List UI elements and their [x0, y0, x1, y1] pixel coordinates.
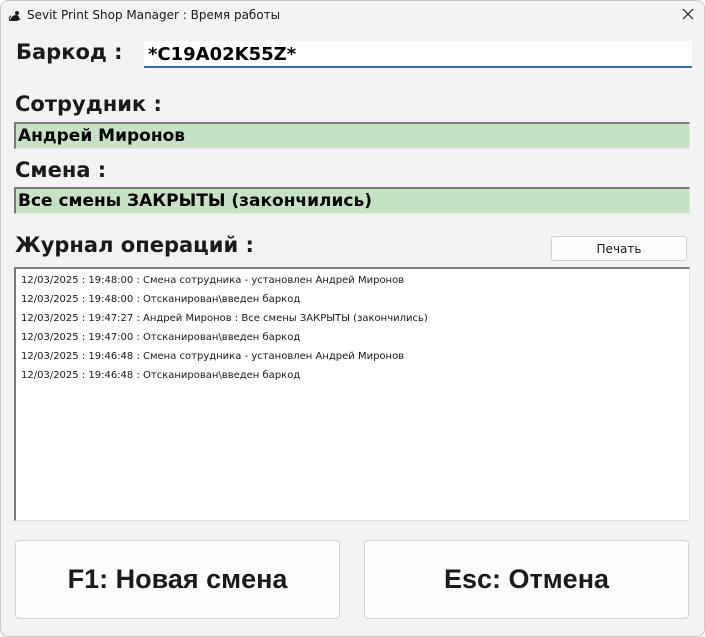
- operations-log[interactable]: 12/03/2025 : 19:48:00 : Смена сотрудника…: [14, 267, 690, 521]
- journal-label: Журнал операций :: [15, 233, 254, 257]
- close-button[interactable]: [665, 1, 704, 31]
- window-title: Sevit Print Shop Manager : Время работы: [27, 8, 281, 22]
- shift-label: Смена :: [15, 158, 107, 182]
- barcode-input[interactable]: [144, 41, 692, 68]
- main-window: Sevit Print Shop Manager : Время работы …: [0, 0, 705, 637]
- print-button[interactable]: Печать: [551, 236, 687, 261]
- cancel-button[interactable]: Esc: Отмена: [364, 540, 689, 619]
- employee-field: Андрей Миронов: [14, 122, 690, 149]
- rat-icon: [8, 9, 22, 23]
- log-entry[interactable]: 12/03/2025 : 19:47:27 : Андрей Миронов :…: [16, 309, 689, 328]
- log-entry[interactable]: 12/03/2025 : 19:46:48 : Отсканирован\вве…: [16, 366, 689, 385]
- shift-field: Все смены ЗАКРЫТЫ (закончились): [14, 187, 690, 214]
- log-entry[interactable]: 12/03/2025 : 19:46:48 : Смена сотрудника…: [16, 347, 689, 366]
- new-shift-button[interactable]: F1: Новая смена: [15, 540, 340, 619]
- barcode-label: Баркод :: [16, 40, 123, 64]
- title-bar: Sevit Print Shop Manager : Время работы: [1, 1, 704, 31]
- close-icon: [682, 7, 694, 25]
- employee-label: Сотрудник :: [15, 92, 162, 116]
- log-entry[interactable]: 12/03/2025 : 19:47:00 : Отсканирован\вве…: [16, 328, 689, 347]
- log-entry[interactable]: 12/03/2025 : 19:48:00 : Отсканирован\вве…: [16, 290, 689, 309]
- log-entry[interactable]: 12/03/2025 : 19:48:00 : Смена сотрудника…: [16, 271, 689, 290]
